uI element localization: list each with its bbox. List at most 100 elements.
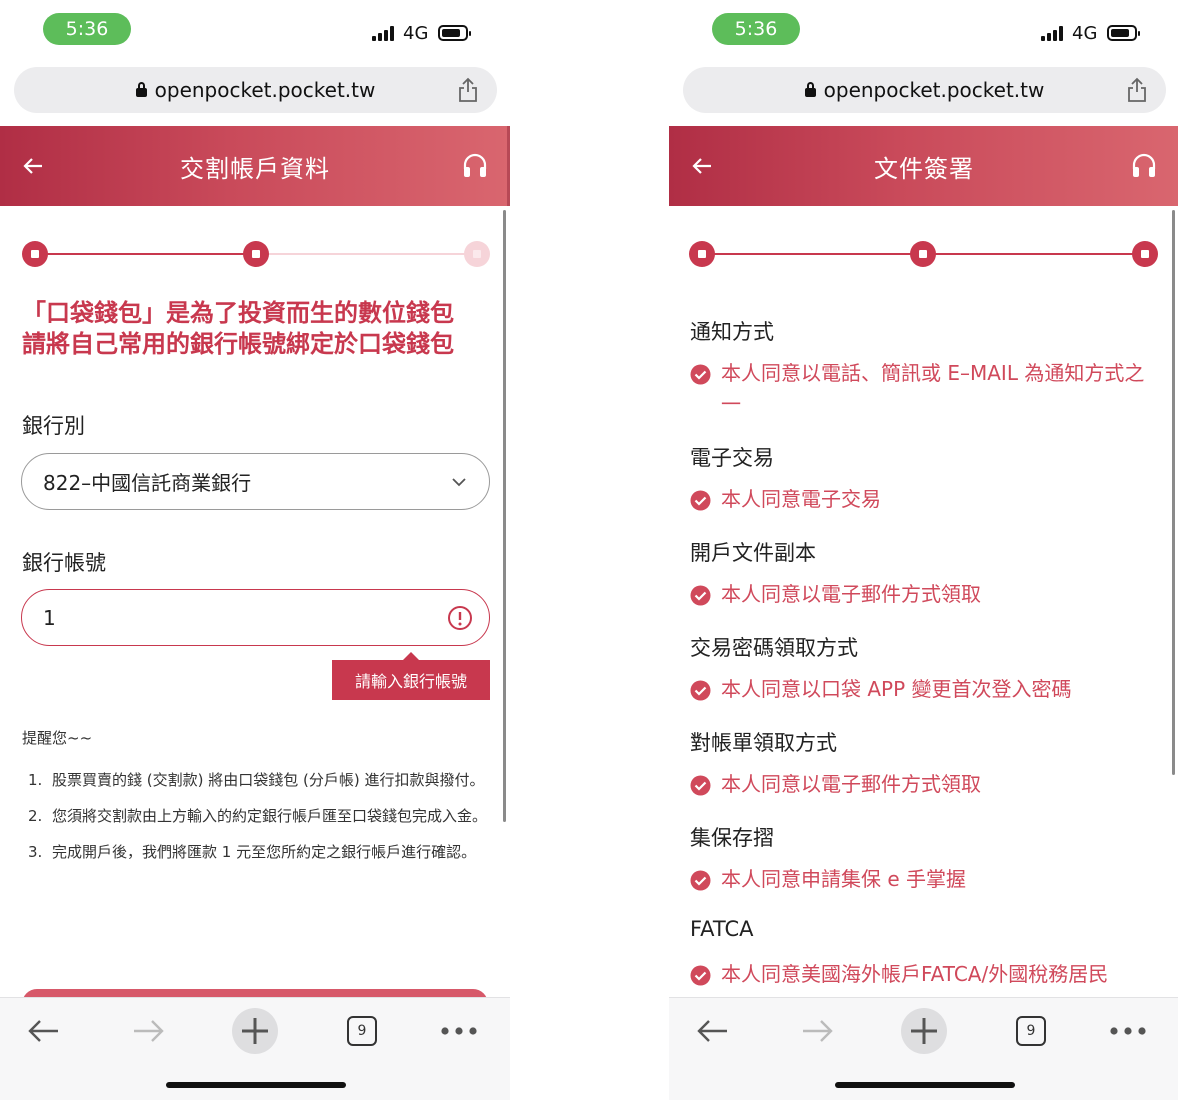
status-indicators: 4G [372, 22, 472, 44]
account-label: 銀行帳號 [22, 551, 106, 575]
check-circle-icon [690, 775, 711, 796]
account-input[interactable]: 1 [21, 589, 490, 646]
section-label: 交易密碼領取方式 [690, 636, 858, 660]
browser-forward-button[interactable] [126, 1008, 172, 1054]
browser-forward-button[interactable] [795, 1008, 841, 1054]
back-arrow-icon[interactable] [691, 155, 713, 177]
lock-icon [804, 82, 816, 97]
step-3 [1132, 241, 1158, 267]
arrow-right-icon [134, 1020, 164, 1042]
url-bar[interactable]: openpocket.pocket.tw [683, 67, 1166, 113]
chevron-down-icon [452, 478, 466, 487]
tabs-button[interactable]: 9 [1008, 1008, 1054, 1054]
more-dots-icon [441, 1027, 477, 1035]
reminder-title: 提醒您~~ [22, 729, 93, 747]
check-circle-icon [690, 585, 711, 606]
scrollbar[interactable] [503, 210, 506, 822]
consent-item[interactable]: 本人同意申請集保 e 手掌握 [690, 864, 1160, 895]
consent-item[interactable]: 本人同意以口袋 APP 變更首次登入密碼 [690, 674, 1160, 705]
more-button[interactable] [1105, 1008, 1151, 1054]
list-item: 2. 您須將交割款由上方輸入的約定銀行帳戶匯至口袋錢包完成入金。 [28, 807, 488, 825]
app-header: 交割帳戶資料 [0, 126, 510, 206]
section-label: 集保存摺 [690, 826, 774, 850]
step-line-done [35, 253, 257, 255]
status-time: 5:36 [712, 13, 800, 45]
arrow-right-icon [803, 1020, 833, 1042]
more-button[interactable] [436, 1008, 482, 1054]
consent-item[interactable]: 本人同意美國海外帳戶FATCA/外國稅務居民 [690, 959, 1160, 990]
arrow-left-icon [28, 1020, 58, 1042]
consent-item[interactable]: 本人同意以電子郵件方式領取 [690, 769, 1160, 800]
url-text: openpocket.pocket.tw [823, 78, 1045, 102]
network-type: 4G [1072, 22, 1098, 44]
tab-count: 9 [347, 1016, 377, 1046]
page-title: 交割帳戶資料 [180, 154, 330, 183]
check-circle-icon [690, 870, 711, 891]
plus-icon [911, 1018, 937, 1044]
headline-line-1: 「口袋錢包」是為了投資而生的數位錢包 [22, 299, 454, 327]
browser-back-button[interactable] [689, 1008, 735, 1054]
section-label: FATCA [690, 917, 754, 941]
header-edge [507, 126, 510, 206]
step-1 [22, 241, 48, 267]
headset-icon[interactable] [1131, 152, 1157, 180]
battery-icon [1107, 25, 1141, 41]
more-dots-icon [1110, 1027, 1146, 1035]
step-2 [243, 241, 269, 267]
bank-select[interactable]: 822–中國信託商業銀行 [21, 453, 490, 510]
check-circle-icon [690, 680, 711, 701]
section-label: 通知方式 [690, 320, 774, 344]
account-input-value: 1 [43, 605, 56, 630]
progress-stepper [22, 240, 490, 268]
headset-icon[interactable] [462, 152, 488, 180]
section-label: 對帳單領取方式 [690, 731, 837, 755]
headline: 「口袋錢包」是為了投資而生的數位錢包 請將自己常用的銀行帳號綁定於口袋錢包 [22, 298, 492, 360]
consent-item[interactable]: 本人同意以電子郵件方式領取 [690, 579, 1160, 610]
network-type: 4G [403, 22, 429, 44]
home-indicator [166, 1082, 346, 1088]
tabs-button[interactable]: 9 [339, 1008, 385, 1054]
step-2 [910, 241, 936, 267]
lock-icon [135, 82, 147, 97]
arrow-left-icon [697, 1020, 727, 1042]
url-bar[interactable]: openpocket.pocket.tw [14, 67, 497, 113]
browser-toolbar: 9 [669, 997, 1178, 1100]
battery-icon [438, 25, 472, 41]
progress-stepper [689, 240, 1158, 268]
check-circle-icon [690, 965, 711, 986]
section-label: 電子交易 [690, 446, 774, 470]
headline-line-2: 請將自己常用的銀行帳號綁定於口袋錢包 [22, 330, 454, 358]
status-indicators: 4G [1041, 22, 1141, 44]
check-circle-icon [690, 490, 711, 511]
scrollbar[interactable] [1172, 210, 1175, 775]
step-line-pending [257, 253, 477, 255]
browser-toolbar: 9 [0, 997, 510, 1100]
browser-back-button[interactable] [20, 1008, 66, 1054]
step-1 [689, 241, 715, 267]
error-tooltip: 請輸入銀行帳號 [332, 652, 490, 700]
notes-list: 1. 股票買賣的錢 (交割款) 將由口袋錢包 (分戶帳) 進行扣款與撥付。 2. 您… [22, 768, 492, 876]
consent-item[interactable]: 本人同意電子交易 [690, 484, 1160, 515]
url-text: openpocket.pocket.tw [154, 78, 376, 102]
consent-item[interactable]: 本人同意以電話、簡訊或 E–MAIL 為通知方式之一 [690, 358, 1160, 420]
bank-select-value: 822–中國信託商業銀行 [43, 471, 252, 495]
check-circle-icon [690, 364, 711, 385]
app-header: 文件簽署 [669, 126, 1178, 206]
step-3 [464, 241, 490, 267]
page-title: 文件簽署 [874, 154, 974, 183]
plus-icon [242, 1018, 268, 1044]
signal-icon [372, 25, 394, 41]
back-arrow-icon[interactable] [22, 155, 44, 177]
section-label: 開戶文件副本 [690, 541, 816, 565]
share-icon[interactable] [457, 77, 479, 103]
new-tab-button[interactable] [232, 1008, 278, 1054]
document-signing-screen: 5:36 4G openpocket.pocket.tw 文件簽署 通知方式 本… [669, 0, 1178, 1100]
new-tab-button[interactable] [901, 1008, 947, 1054]
tab-count: 9 [1016, 1016, 1046, 1046]
alert-icon [448, 606, 472, 630]
bank-label: 銀行別 [22, 414, 85, 438]
bank-account-screen: 5:36 4G openpocket.pocket.tw 交割帳戶資料 「口袋錢… [0, 0, 510, 1100]
status-time: 5:36 [43, 13, 131, 45]
home-indicator [835, 1082, 1015, 1088]
share-icon[interactable] [1126, 77, 1148, 103]
